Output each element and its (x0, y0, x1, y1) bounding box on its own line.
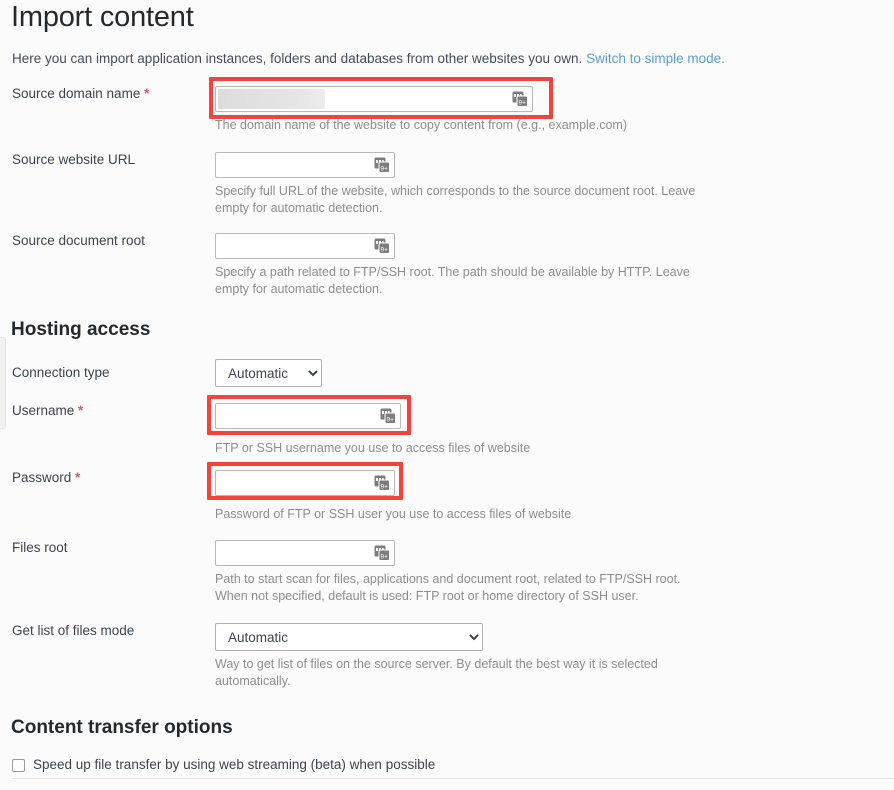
page-intro-text: Here you can import application instance… (12, 51, 583, 66)
label-source-domain: Source domain name * (0, 86, 215, 102)
field-username: 9+ FTP or SSH username you use to access… (207, 395, 894, 457)
files-root-input[interactable] (215, 540, 395, 566)
field-files-root: 9+ Path to start scan for files, applica… (215, 540, 894, 605)
label-username: Username * (0, 403, 215, 419)
field-row-files-root: Files root 9+ Path to start scan for fil… (0, 540, 894, 605)
hint-password: Password of FTP or SSH user you use to a… (215, 507, 572, 521)
field-source-domain: 9+ The domain name of the website to cop… (209, 77, 894, 134)
source-domain-input[interactable] (215, 86, 533, 112)
required-marker: * (144, 86, 150, 101)
source-website-url-input[interactable] (215, 152, 395, 178)
password-input-wrap: 9+ (207, 462, 403, 500)
label-files-mode: Get list of files mode (12, 623, 135, 638)
hint-source-domain: The domain name of the website to copy c… (215, 118, 628, 132)
field-row-connection-type: Connection type Automatic (0, 359, 894, 387)
bottom-divider (12, 778, 894, 779)
hint-files-root: Path to start scan for files, applicatio… (215, 572, 681, 603)
label-files-root: Files root (12, 540, 68, 555)
label-password-text: Password (12, 470, 72, 485)
field-row-source-domain: Source domain name * 9+ The domain name … (0, 77, 894, 134)
field-row-source-document-root: Source document root 9+ Specify a path r… (0, 233, 894, 298)
hint-source-document-root: Specify a path related to FTP/SSH root. … (215, 265, 690, 296)
import-form: Source domain name * 9+ The domain name … (0, 77, 894, 774)
label-source-website-url: Source website URL (12, 152, 136, 167)
label-connection-type: Connection type (12, 365, 110, 380)
username-input[interactable] (215, 403, 401, 429)
files-root-input-wrap: 9+ (215, 540, 395, 566)
field-connection-type: Automatic (215, 359, 894, 387)
field-source-document-root: 9+ Specify a path related to FTP/SSH roo… (215, 233, 894, 298)
required-marker: * (75, 470, 81, 485)
label-password: Password * (0, 470, 215, 486)
checkbox-row-web-streaming[interactable]: Speed up file transfer by using web stre… (0, 756, 894, 774)
web-streaming-checkbox[interactable] (12, 758, 25, 772)
web-streaming-label: Speed up file transfer by using web stre… (33, 757, 436, 772)
page-intro: Here you can import application instance… (0, 50, 894, 68)
field-files-mode: Automatic Way to get list of files on th… (215, 623, 894, 690)
files-mode-select[interactable]: Automatic (215, 623, 483, 651)
section-heading-content-transfer: Content transfer options (11, 717, 233, 738)
hint-source-website-url: Specify full URL of the website, which c… (215, 184, 696, 215)
source-document-root-input[interactable] (215, 233, 395, 259)
label-source-document-root: Source document root (12, 233, 145, 248)
hint-username: FTP or SSH username you use to access fi… (215, 441, 531, 455)
hint-files-mode: Way to get list of files on the source s… (215, 657, 658, 688)
field-row-username: Username * 9+ FTP or SSH username you us… (0, 395, 894, 457)
source-document-root-input-wrap: 9+ (215, 233, 395, 259)
field-password: 9+ Password of FTP or SSH user you use t… (207, 462, 894, 523)
connection-type-select[interactable]: Automatic (215, 359, 322, 387)
source-domain-input-wrap: 9+ (209, 77, 553, 119)
source-website-url-input-wrap: 9+ (215, 152, 395, 178)
field-row-files-mode: Get list of files mode Automatic Way to … (0, 623, 894, 690)
field-source-website-url: 9+ Specify full URL of the website, whic… (215, 152, 894, 217)
switch-to-simple-mode-link[interactable]: Switch to simple mode. (586, 51, 725, 66)
password-input[interactable] (215, 470, 395, 496)
username-input-wrap: 9+ (207, 395, 411, 435)
section-heading-hosting-access: Hosting access (11, 319, 151, 340)
field-row-password: Password * 9+ Password of FTP or SSH use… (0, 462, 894, 523)
required-marker: * (78, 403, 84, 418)
page-title: Import content (11, 1, 194, 33)
label-username-text: Username (12, 403, 75, 418)
import-content-page: Import content Here you can import appli… (0, 0, 894, 790)
field-row-source-website-url: Source website URL 9+ Specify full URL o… (0, 152, 894, 217)
label-source-domain-text: Source domain name (12, 86, 141, 101)
